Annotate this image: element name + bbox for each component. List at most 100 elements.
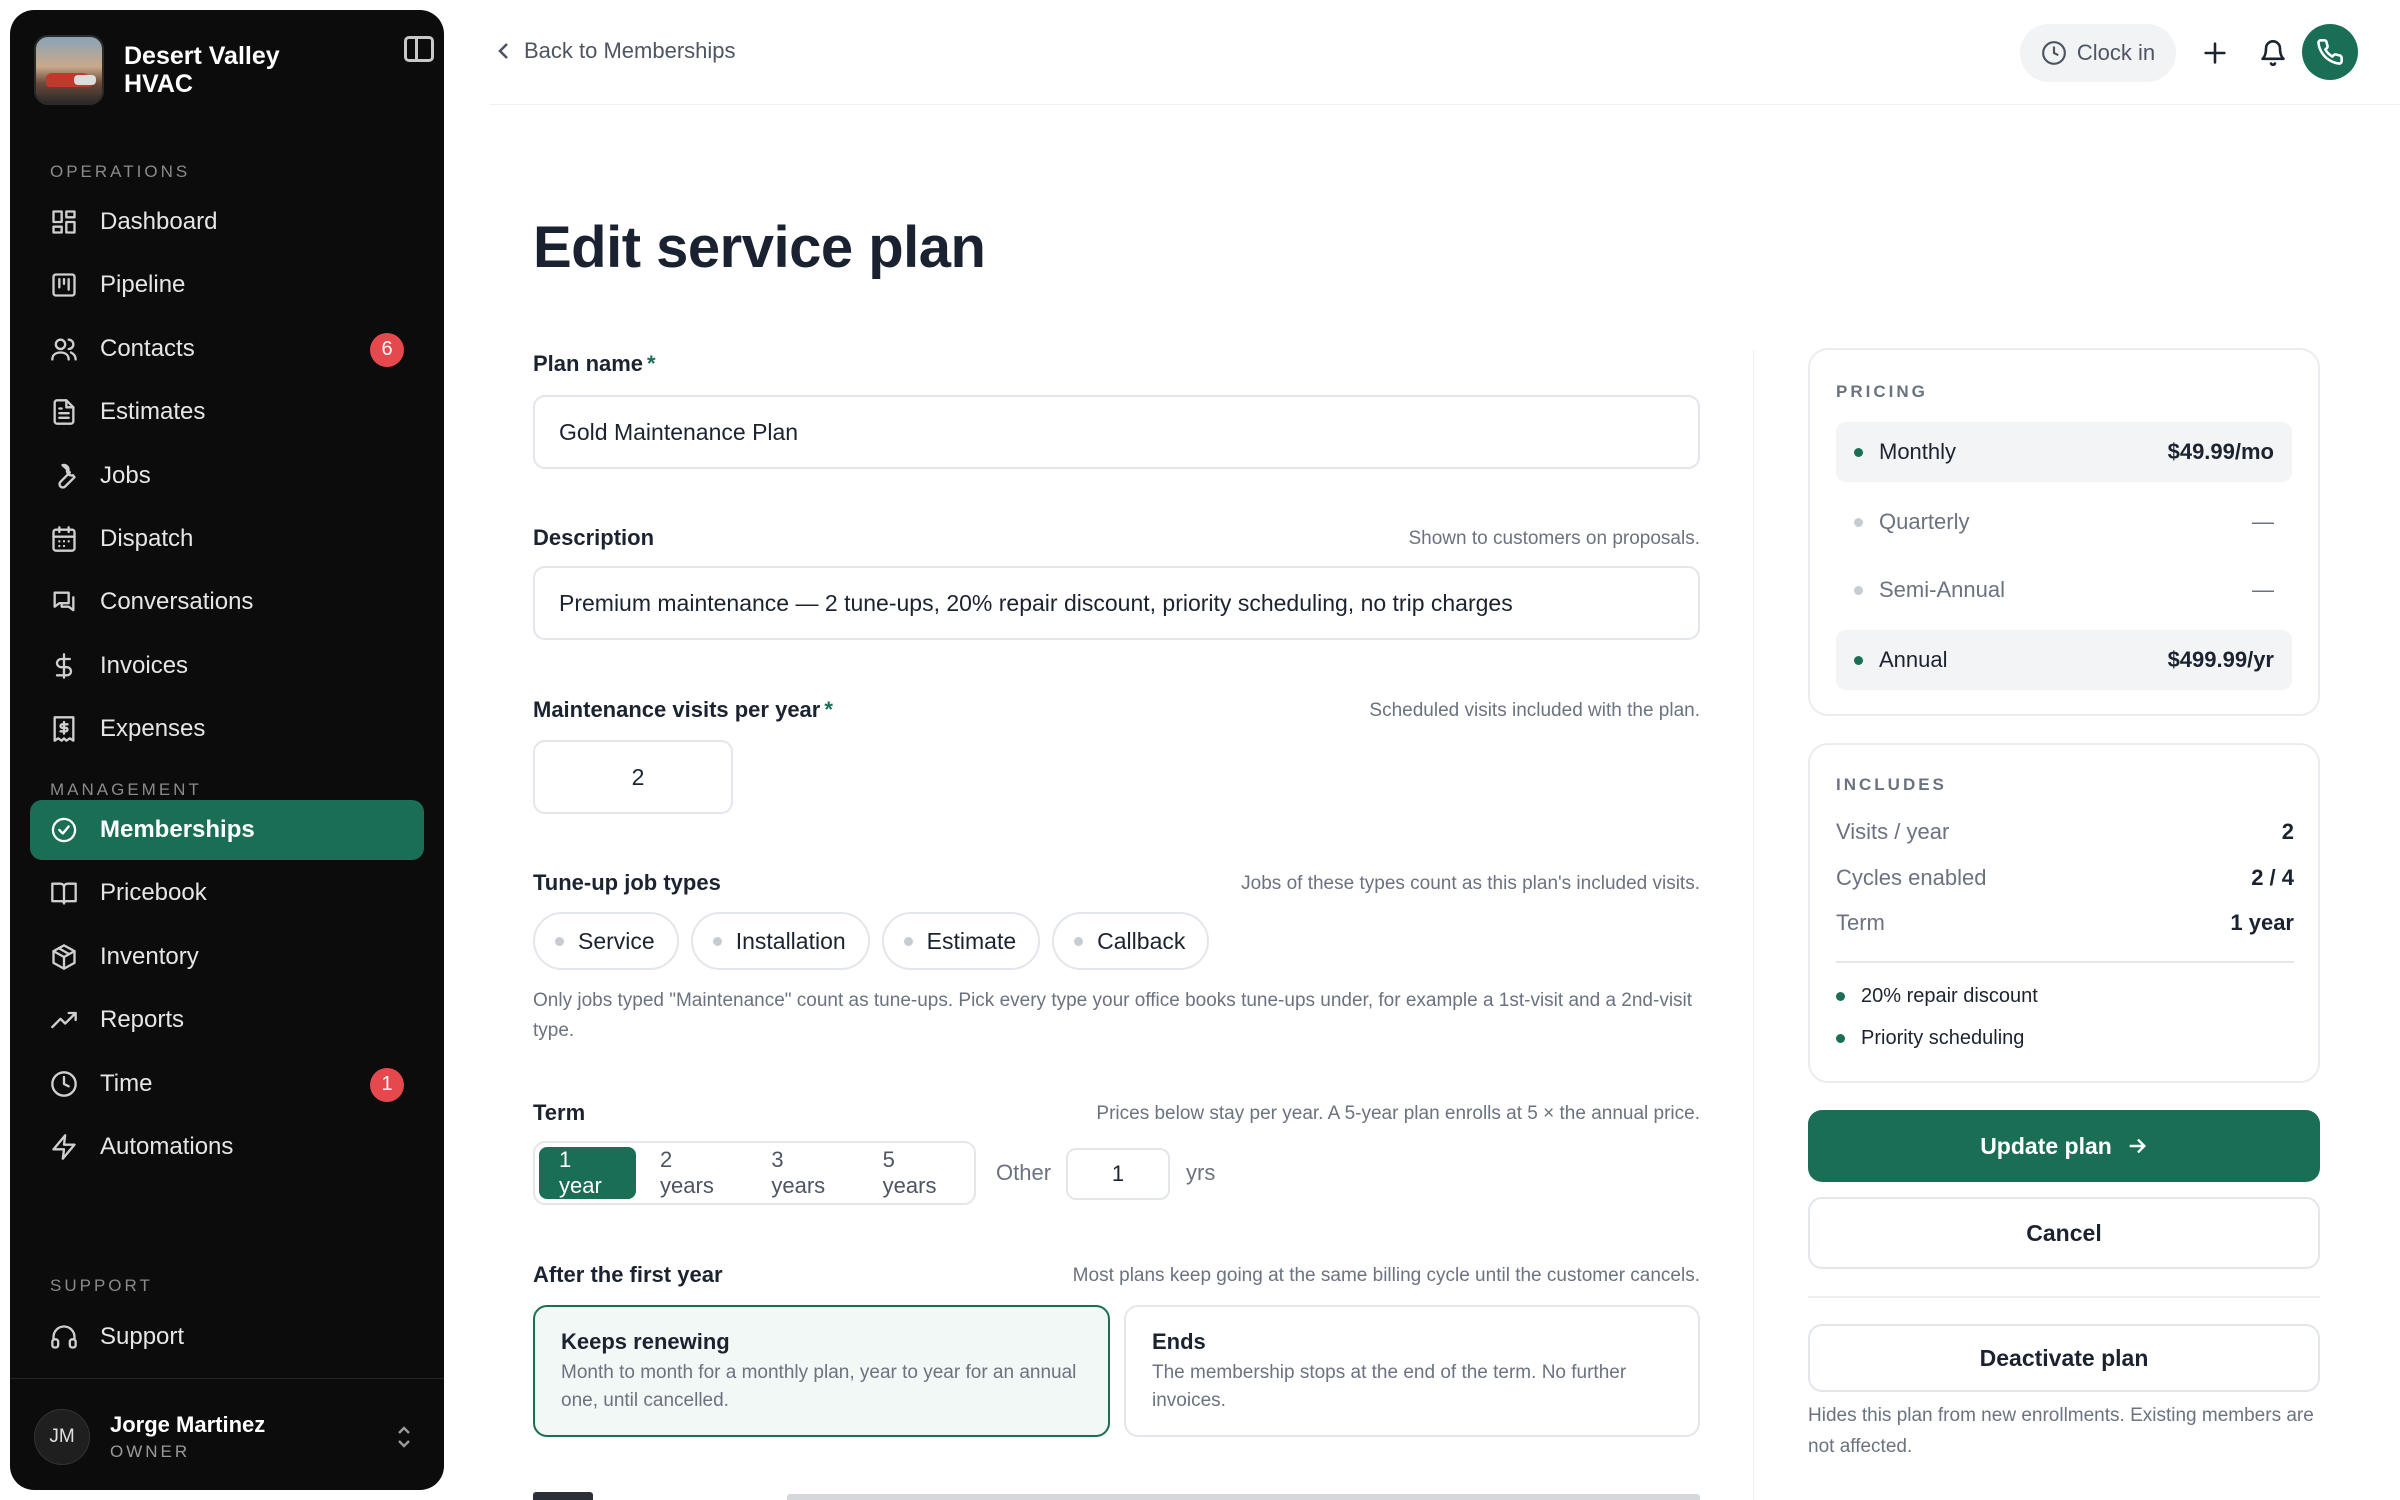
job-type-chips: Service Installation Estimate Callback [533,912,1210,970]
required-mark: * [824,697,833,722]
sidebar-item-reports[interactable]: Reports [30,990,424,1050]
choice-ends[interactable]: Ends The membership stops at the end of … [1124,1305,1700,1437]
sidebar-item-support[interactable]: Support [30,1307,424,1367]
bell-icon [2261,40,2285,66]
perk-item: Priority scheduling [1836,1027,2024,1050]
price-cycle-name: Quarterly [1879,509,1970,534]
notifications-button[interactable] [2248,28,2298,78]
wrench-icon [50,462,78,490]
cancel-button[interactable]: Cancel [1808,1197,2320,1269]
job-type-chip-estimate[interactable]: Estimate [881,912,1041,970]
sidebar-item-pipeline[interactable]: Pipeline [30,255,424,315]
sidebar-item-label: Estimates [100,398,206,426]
sidebar-item-contacts[interactable]: Contacts 6 [30,319,424,379]
includes-row-visits: Visits / year 2 [1836,819,2294,844]
add-button[interactable] [2190,28,2240,78]
unselected-dot-icon [555,936,564,946]
actions-divider [1808,1296,2320,1298]
description-hint: Shown to customers on proposals. [1408,528,1701,549]
job-types-help: Only jobs typed "Maintenance" count as t… [533,990,1693,1041]
job-type-chip-installation[interactable]: Installation [690,912,870,970]
user-name: Jorge Martinez [110,1412,266,1437]
sidebar-item-label: Automations [100,1132,234,1160]
company-logo [34,35,104,105]
unselected-dot-icon [712,936,722,946]
visits-per-year-input[interactable]: 2 [533,740,733,814]
phone-icon [2317,39,2343,65]
includes-value: 2 [2281,819,2294,844]
chevron-updown-icon [394,1424,414,1450]
term-option-1-year[interactable]: 1 year [539,1147,637,1199]
term-other-label: Other [996,1160,1052,1185]
book-icon [50,879,78,907]
sidebar-item-pricebook[interactable]: Pricebook [30,863,424,923]
sidebar-item-dashboard[interactable]: Dashboard [30,192,424,252]
chip-label: Estimate [926,927,1017,954]
pipeline-icon [50,271,78,299]
sidebar-item-memberships[interactable]: Memberships [30,800,424,860]
choice-keeps-renewing[interactable]: Keeps renewing Month to month for a mont… [533,1305,1110,1437]
description-input[interactable]: Premium maintenance — 2 tune-ups, 20% re… [533,566,1700,640]
price-value: — [2252,509,2274,534]
sidebar-item-label: Support [100,1323,185,1350]
sidebar-item-dispatch[interactable]: Dispatch [30,509,424,569]
includes-value: 2 / 4 [2251,865,2294,890]
term-segmented-control: 1 year 2 years 3 years 5 years [533,1141,976,1205]
trend-icon [50,1006,78,1034]
brand[interactable]: Desert Valley HVAC [34,34,420,106]
clock-icon [50,1070,78,1098]
sidebar-item-label: Jobs [100,461,151,489]
sidebar-item-label: Pipeline [100,271,186,299]
sidebar-item-jobs[interactable]: Jobs [30,446,424,506]
back-link-label: Back to Memberships [524,38,736,63]
job-type-chip-callback[interactable]: Callback [1052,912,1210,970]
user-menu[interactable]: JM Jorge Martinez OWNER [34,1402,424,1472]
deactivate-plan-button[interactable]: Deactivate plan [1808,1324,2320,1392]
time-count-badge: 1 [370,1067,404,1102]
back-to-memberships-link[interactable]: Back to Memberships [494,38,736,64]
nav-support: Support [30,1307,424,1370]
sidebar-item-label: Expenses [100,715,206,743]
sidebar-item-estimates[interactable]: Estimates [30,382,424,442]
sidebar-item-inventory[interactable]: Inventory [30,927,424,987]
sidebar-item-label: Conversations [100,588,254,616]
sidebar-item-expenses[interactable]: Expenses [30,699,424,759]
phone-button[interactable] [2302,24,2358,80]
price-row-semi-annual[interactable]: Semi-Annual — [1836,560,2292,620]
update-plan-label: Update plan [1980,1132,2112,1159]
term-option-2-years[interactable]: 2 years [640,1147,747,1199]
enabled-dot-icon [1854,655,1863,665]
pricing-card: PRICING Monthly $49.99/mo Quarterly — Semi… [1808,348,2320,716]
job-type-chip-service[interactable]: Service [533,912,679,970]
sidebar-item-label: Inventory [100,942,199,970]
update-plan-button[interactable]: Update plan [1808,1110,2320,1182]
price-row-quarterly[interactable]: Quarterly — [1836,492,2292,552]
chip-label: Installation [735,927,846,954]
term-option-5-years[interactable]: 5 years [863,1147,970,1199]
sidebar-toggle-icon[interactable] [404,36,434,62]
price-row-annual[interactable]: Annual $499.99/yr [1836,630,2292,690]
plan-name-input[interactable]: Gold Maintenance Plan [533,395,1700,469]
contacts-icon [50,335,78,363]
price-value: $49.99/mo [2167,439,2274,464]
clock-in-button[interactable]: Clock in [2020,24,2176,82]
box-icon [50,943,78,971]
sidebar-item-invoices[interactable]: Invoices [30,636,424,696]
term-other-input[interactable]: 1 [1066,1148,1170,1200]
includes-heading: INCLUDES [1836,775,1947,794]
sidebar-item-automations[interactable]: Automations [30,1117,424,1177]
price-row-monthly[interactable]: Monthly $49.99/mo [1836,422,2292,482]
sidebar-item-label: Reports [100,1006,185,1034]
required-mark: * [647,351,656,376]
section-label-support: SUPPORT [50,1276,153,1295]
choice-title: Ends [1152,1329,1206,1354]
term-option-3-years[interactable]: 3 years [751,1147,858,1199]
section-label-operations: OPERATIONS [50,162,191,181]
deactivate-note: Hides this plan from new enrollments. Ex… [1808,1405,2314,1457]
term-hint: Prices below stay per year. A 5-year pla… [1096,1103,1700,1124]
after-first-year-label: After the first year [533,1262,723,1287]
sidebar-item-time[interactable]: Time 1 [30,1054,424,1114]
disabled-dot-icon [1854,517,1863,527]
sidebar-item-conversations[interactable]: Conversations [30,572,424,632]
page-title: Edit service plan [533,215,986,280]
